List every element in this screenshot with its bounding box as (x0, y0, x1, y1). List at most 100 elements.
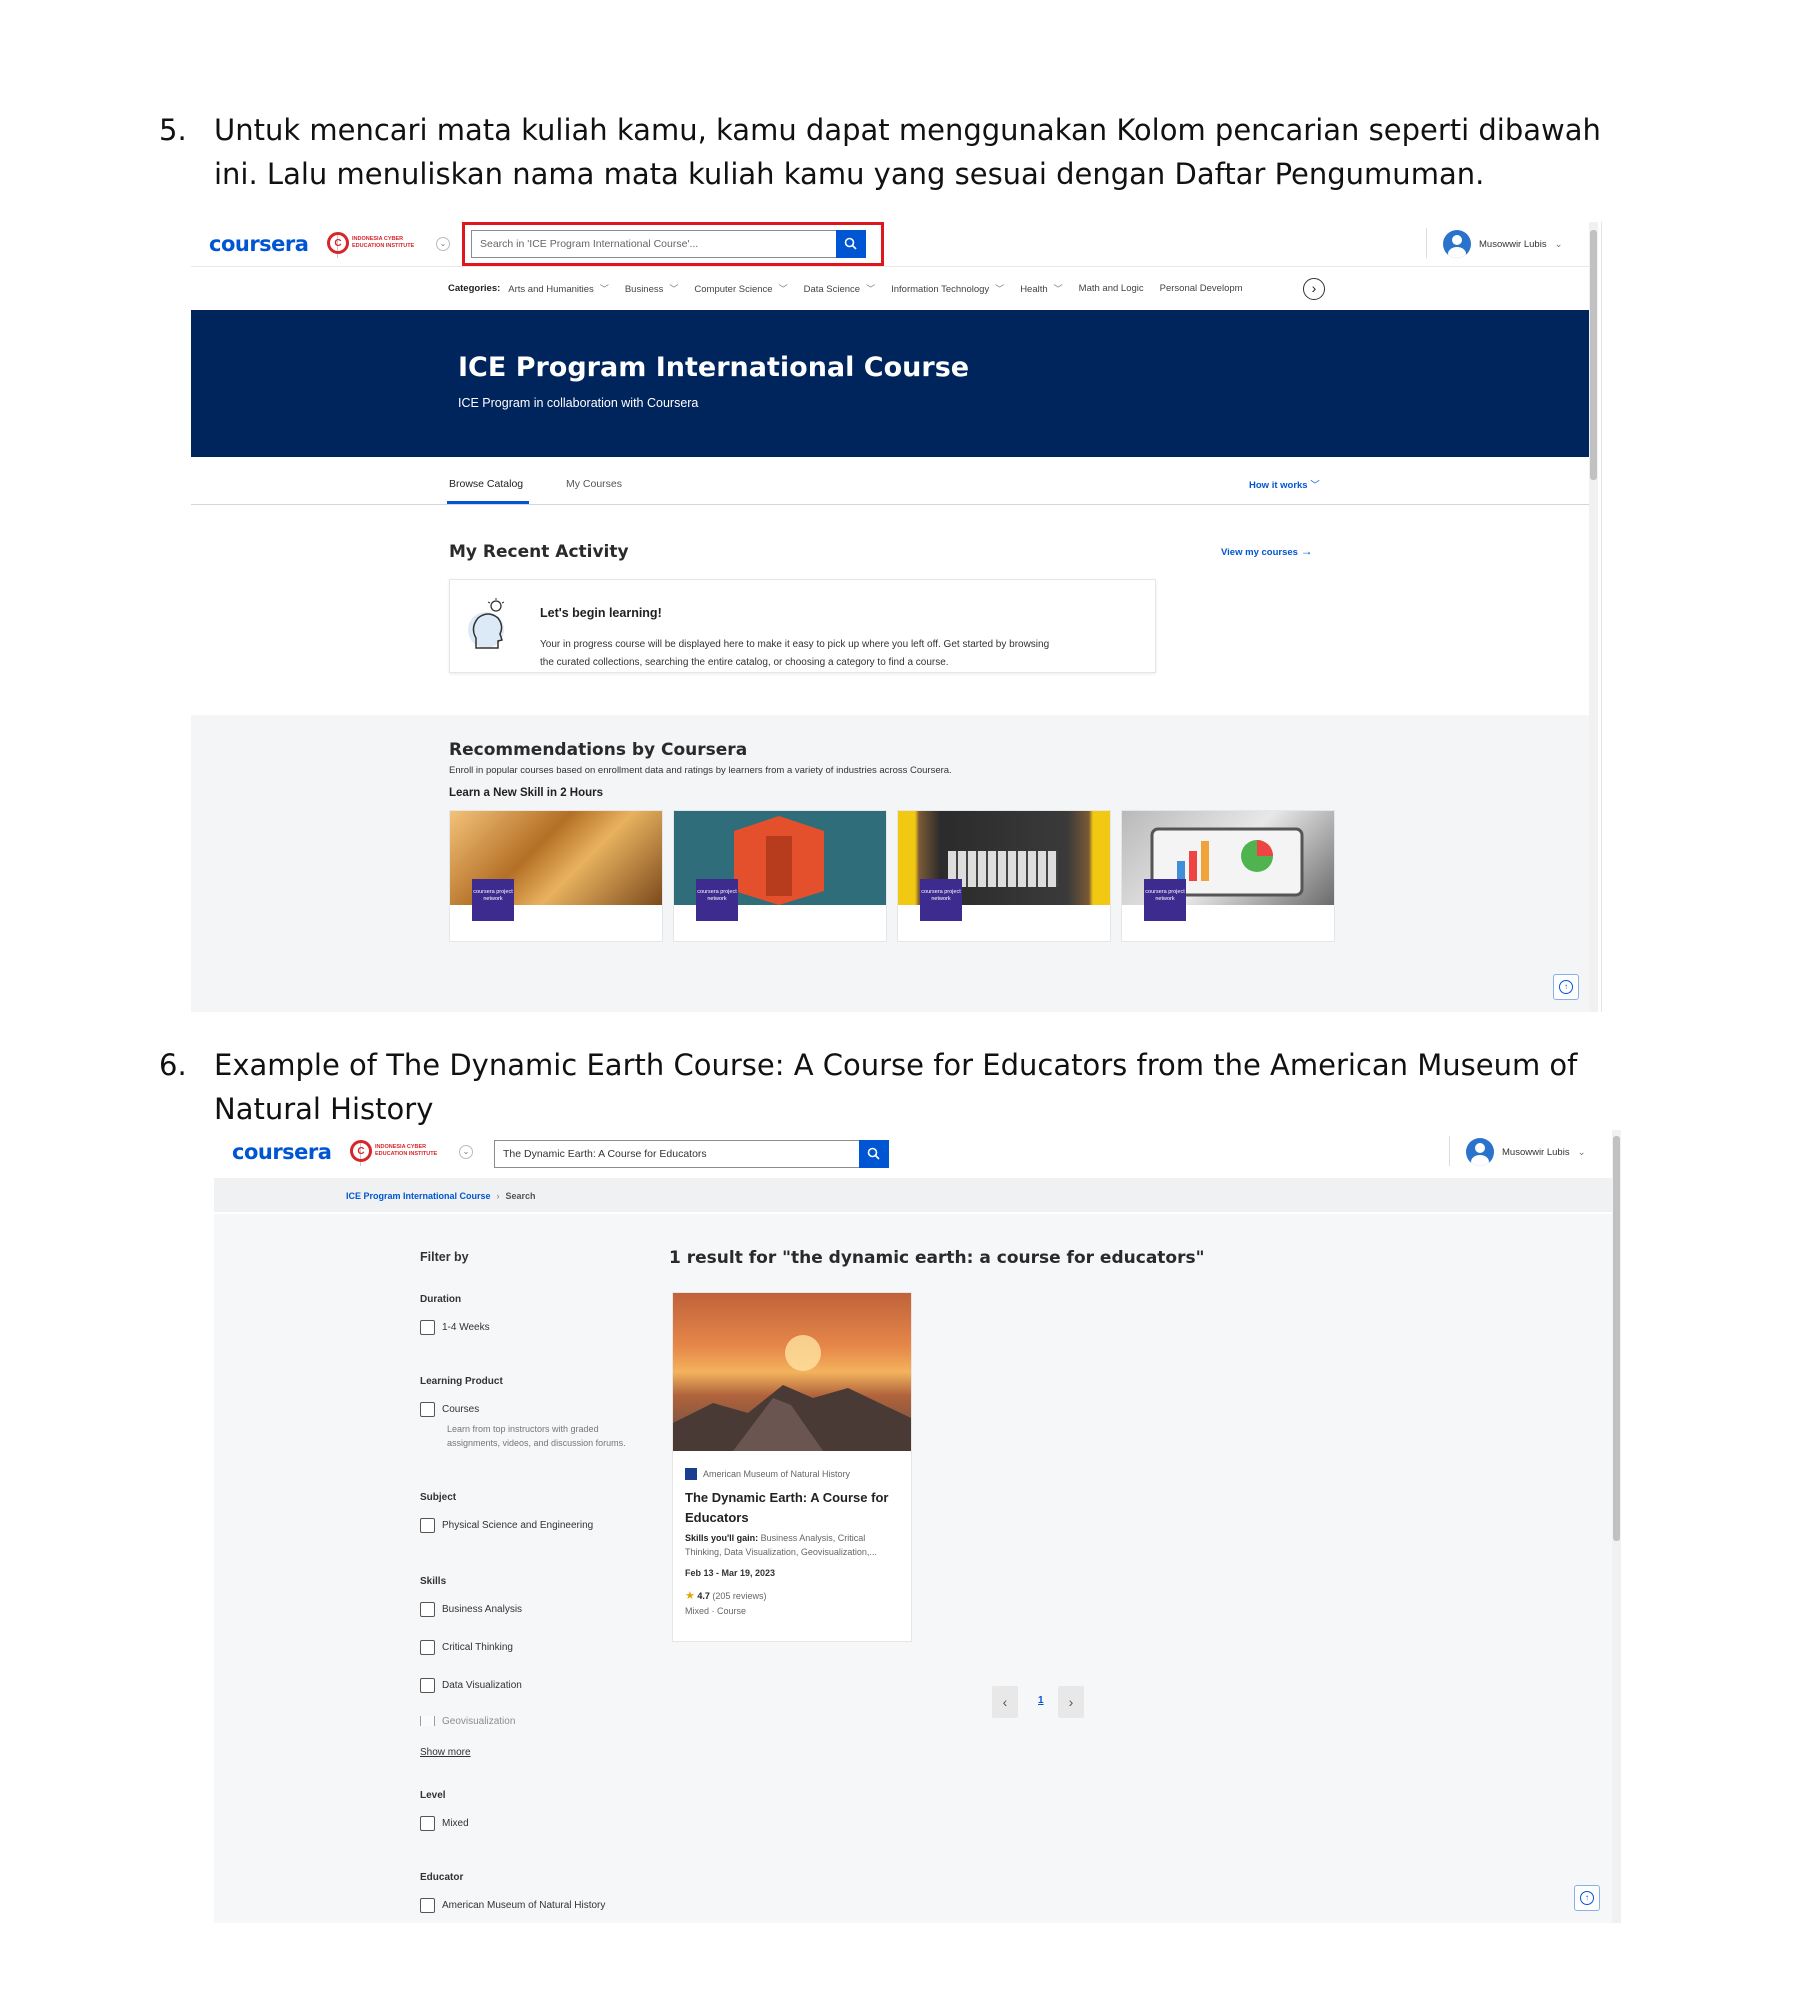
scrollbar[interactable] (1612, 1130, 1621, 1923)
partner-mark-icon: C (327, 232, 349, 254)
mountain-image (673, 1335, 911, 1451)
chevron-right-icon[interactable]: › (1303, 278, 1325, 300)
course-partner: American Museum of Natural History (685, 1468, 850, 1480)
recommendations-title: Recommendations by Coursera (449, 740, 748, 760)
keyboard-shape (948, 851, 1058, 887)
show-more-link[interactable]: Show more (420, 1747, 471, 1758)
begin-learning-title: Let's begin learning! (540, 606, 662, 620)
search-value: The Dynamic Earth: A Course for Educator… (503, 1148, 707, 1160)
filter-option[interactable]: Geovisualization (420, 1716, 515, 1726)
view-my-courses-link[interactable]: View my courses → (1221, 544, 1313, 558)
course-rating: ★ 4.7 (205 reviews) (685, 1590, 767, 1602)
category-data-science[interactable]: Data Science ﹀ (804, 282, 876, 295)
chevron-down-icon: ﹀ (1310, 480, 1320, 491)
page-title: ICE Program International Course (458, 352, 970, 383)
step-text: Untuk mencari mata kuliah kamu, kamu dap… (214, 113, 1601, 191)
coursera-project-badge: coursera project network (696, 879, 738, 921)
filter-option-help: Learn from top instructors with graded a… (447, 1424, 626, 1448)
chevron-down-icon[interactable]: ⌄ (436, 237, 450, 251)
header-divider (1426, 228, 1427, 258)
course-card[interactable]: coursera project network (449, 810, 663, 942)
course-card[interactable]: coursera project network (897, 810, 1111, 942)
amnh-logo-icon (685, 1468, 697, 1480)
breadcrumb-root-link[interactable]: ICE Program International Course (346, 1191, 491, 1201)
course-card[interactable]: coursera project network (1121, 810, 1335, 942)
filter-duration-label: Duration (420, 1294, 462, 1305)
filter-title: Filter by (420, 1250, 469, 1264)
partner-logo[interactable]: C INDONESIA CYBER EDUCATION INSTITUTE (350, 1140, 445, 1162)
user-menu[interactable]: Musowwir Lubis ⌄ (1466, 1138, 1586, 1166)
header-divider (1449, 1136, 1450, 1166)
filter-subject-label: Subject (420, 1492, 457, 1503)
course-dates: Feb 13 - Mar 19, 2023 (685, 1568, 776, 1578)
checkbox (420, 1320, 435, 1335)
search-input[interactable]: The Dynamic Earth: A Course for Educator… (494, 1140, 889, 1168)
skill-collection-title: Learn a New Skill in 2 Hours (449, 787, 604, 799)
filter-option[interactable]: Physical Science and Engineering (420, 1518, 593, 1533)
coursera-logo[interactable]: coursera (232, 1140, 332, 1164)
begin-learning-desc: Your in progress course will be displaye… (540, 639, 1050, 668)
checkbox (420, 1518, 435, 1533)
results-heading: 1 result for "the dynamic earth: a cours… (669, 1248, 1205, 1268)
course-thumbnail (673, 1293, 911, 1451)
category-math[interactable]: Math and Logic (1079, 283, 1144, 294)
scroll-thumb[interactable] (1613, 1136, 1620, 1541)
course-meta: Mixed · Course (685, 1606, 747, 1616)
tab-browse-catalog[interactable]: Browse Catalog (449, 478, 523, 490)
filter-option[interactable]: Business Analysis (420, 1602, 522, 1617)
recent-activity-title: My Recent Activity (449, 542, 629, 562)
filter-option[interactable]: Data Visualization (420, 1678, 522, 1693)
filter-option[interactable]: Mixed (420, 1816, 469, 1831)
course-card[interactable]: coursera project network (673, 810, 887, 942)
recommendations-subtitle: Enroll in popular courses based on enrol… (449, 765, 952, 776)
next-page-button[interactable]: › (1058, 1686, 1084, 1718)
category-business[interactable]: Business ﹀ (625, 282, 679, 295)
chevron-down-icon: ﹀ (866, 284, 876, 294)
user-name: Musowwir Lubis (1479, 238, 1547, 250)
scroll-thumb[interactable] (1590, 230, 1597, 480)
tab-my-courses[interactable]: My Courses (566, 478, 622, 490)
partner-logo[interactable]: C INDONESIA CYBER EDUCATION INSTITUTE (327, 232, 422, 254)
filter-educator-label: Educator (420, 1872, 464, 1883)
category-arts[interactable]: Arts and Humanities ﹀ (508, 282, 609, 295)
course-title[interactable]: The Dynamic Earth: A Course for Educator… (685, 1488, 900, 1528)
category-cs[interactable]: Computer Science ﹀ (694, 282, 787, 295)
chevron-right-icon: › (496, 1191, 500, 1201)
page-number[interactable]: 1 (1038, 1695, 1044, 1706)
filter-option[interactable]: Critical Thinking (420, 1640, 513, 1655)
back-to-top-button[interactable]: ↑ (1553, 974, 1579, 1000)
checkbox (420, 1640, 435, 1655)
category-personal[interactable]: Personal Developm (1160, 283, 1243, 294)
screenshot-search-results: coursera C INDONESIA CYBER EDUCATION INS… (214, 1130, 1624, 1923)
category-it[interactable]: Information Technology ﹀ (891, 282, 1004, 295)
category-health[interactable]: Health ﹀ (1020, 282, 1062, 295)
partner-name: INDONESIA CYBER EDUCATION INSTITUTE (375, 1144, 438, 1157)
filter-product-label: Learning Product (420, 1376, 503, 1387)
how-it-works-link[interactable]: How it works ﹀ (1249, 477, 1320, 491)
course-result-card[interactable]: American Museum of Natural History The D… (672, 1292, 912, 1642)
filter-option[interactable]: 1-4 Weeks (420, 1320, 490, 1335)
course-skills: Skills you'll gain: Business Analysis, C… (685, 1533, 877, 1557)
checkbox (420, 1898, 435, 1913)
coursera-project-badge: coursera project network (472, 879, 514, 921)
filter-option[interactable]: American Museum of Natural History (420, 1898, 605, 1913)
coursera-logo[interactable]: coursera (209, 232, 309, 256)
partner-name: INDONESIA CYBER EDUCATION INSTITUTE (352, 236, 415, 249)
step-text: Example of The Dynamic Earth Course: A C… (214, 1048, 1578, 1126)
filter-option[interactable]: Courses (420, 1402, 479, 1417)
prev-page-button[interactable]: ‹ (992, 1686, 1018, 1718)
user-menu[interactable]: Musowwir Lubis ⌄ (1443, 230, 1563, 258)
chevron-down-icon: ﹀ (1053, 284, 1063, 294)
back-to-top-button[interactable]: ↑ (1574, 1885, 1600, 1911)
chevron-down-icon[interactable]: ⌄ (459, 1145, 473, 1159)
chevron-down-icon: ﹀ (669, 284, 679, 294)
arrow-right-icon: → (1300, 544, 1313, 558)
screenshot-catalog: coursera C INDONESIA CYBER EDUCATION INS… (191, 222, 1602, 1012)
scrollbar[interactable] (1589, 222, 1598, 1012)
coursera-project-badge: coursera project network (920, 879, 962, 921)
chevron-down-icon: ﹀ (778, 284, 788, 294)
user-name: Musowwir Lubis (1502, 1146, 1570, 1158)
search-button[interactable] (859, 1140, 889, 1168)
checkbox (420, 1602, 435, 1617)
search-icon (867, 1147, 880, 1160)
